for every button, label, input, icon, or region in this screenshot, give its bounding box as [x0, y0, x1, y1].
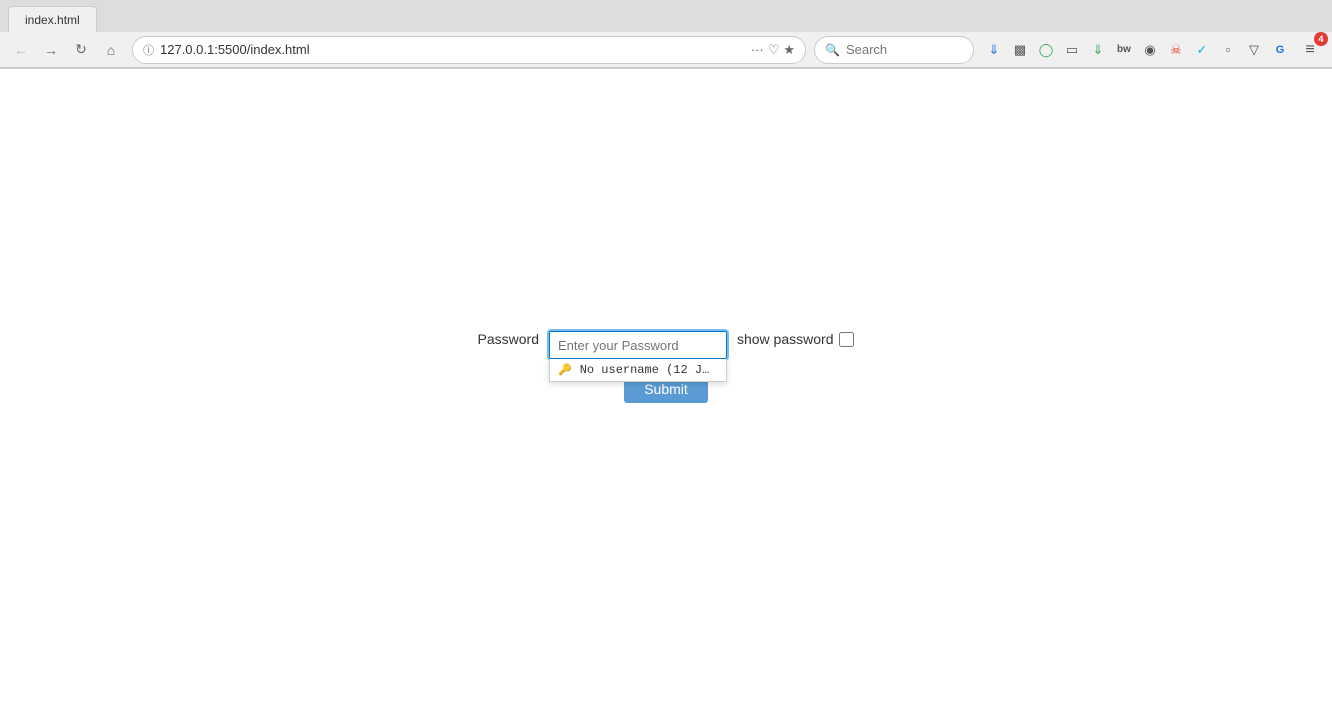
reader-view-icon[interactable]: ▭ [1060, 38, 1084, 62]
back-button[interactable]: ← [8, 37, 34, 63]
sync-icon[interactable]: ◯ [1034, 38, 1058, 62]
active-tab[interactable]: index.html [8, 6, 97, 32]
refresh-icon: ↻ [75, 41, 87, 58]
forward-icon: → [44, 42, 58, 58]
ext4-icon[interactable]: ☠ [1164, 38, 1188, 62]
hamburger-icon: ≡ [1305, 41, 1314, 59]
key-icon: 🔑 [558, 363, 572, 377]
home-button[interactable]: ⌂ [98, 37, 124, 63]
refresh-button[interactable]: ↻ [68, 37, 94, 63]
browser-toolbar: ← → ↻ ⌂ ⓘ 127.0.0.1:5500/index.html ··· … [0, 32, 1332, 68]
autocomplete-item-text: No username (12 J… [580, 363, 710, 377]
ext8-icon[interactable]: G [1268, 38, 1292, 62]
search-bar[interactable]: 🔍 [814, 36, 974, 64]
download-icon[interactable]: ⇓ [982, 38, 1006, 62]
autocomplete-item[interactable]: 🔑 No username (12 J… [550, 359, 726, 381]
show-password-checkbox[interactable] [839, 332, 854, 347]
form-container: Password 🔑 No username (12 J… show passw… [478, 331, 855, 403]
ext7-icon[interactable]: ▽ [1242, 38, 1266, 62]
ext6-icon[interactable]: ▫ [1216, 38, 1240, 62]
search-icon: 🔍 [825, 43, 840, 57]
ext3-icon[interactable]: ◉ [1138, 38, 1162, 62]
password-section: Password 🔑 No username (12 J… show passw… [478, 331, 855, 359]
extension-icons: ⇓ ▩ ◯ ▭ ⇓ bw ◉ ☠ ✓ ▫ ▽ G ≡ [982, 36, 1324, 64]
tab-label: index.html [25, 13, 80, 27]
ext5-icon[interactable]: ✓ [1190, 38, 1214, 62]
home-icon: ⌂ [107, 42, 115, 58]
password-input-wrapper: 🔑 No username (12 J… [549, 331, 727, 359]
forward-button[interactable]: → [38, 37, 64, 63]
bookmark-icon: ★ [783, 42, 795, 58]
show-password-row: show password [737, 331, 855, 347]
tab-bar: index.html [0, 0, 1332, 32]
show-password-label: show password [737, 331, 834, 347]
library-icon[interactable]: ▩ [1008, 38, 1032, 62]
address-bar-actions: ··· ♡ ★ [751, 42, 795, 58]
pocket-icon: ♡ [768, 42, 780, 58]
password-label: Password [478, 331, 539, 347]
autocomplete-dropdown[interactable]: 🔑 No username (12 J… [549, 359, 727, 382]
search-input[interactable] [846, 42, 963, 57]
back-icon: ← [14, 42, 28, 58]
browser-chrome: index.html ← → ↻ ⌂ ⓘ 127.0.0.1:5500/inde… [0, 0, 1332, 69]
ext2-icon[interactable]: bw [1112, 38, 1136, 62]
url-display: 127.0.0.1:5500/index.html [160, 42, 745, 57]
password-input[interactable] [549, 331, 727, 359]
more-options-icon: ··· [751, 42, 764, 58]
ext1-icon[interactable]: ⇓ [1086, 38, 1110, 62]
menu-button[interactable]: ≡ [1296, 36, 1324, 64]
page-content: Password 🔑 No username (12 J… show passw… [0, 69, 1332, 705]
address-bar[interactable]: ⓘ 127.0.0.1:5500/index.html ··· ♡ ★ [132, 36, 806, 64]
info-icon: ⓘ [143, 42, 154, 58]
